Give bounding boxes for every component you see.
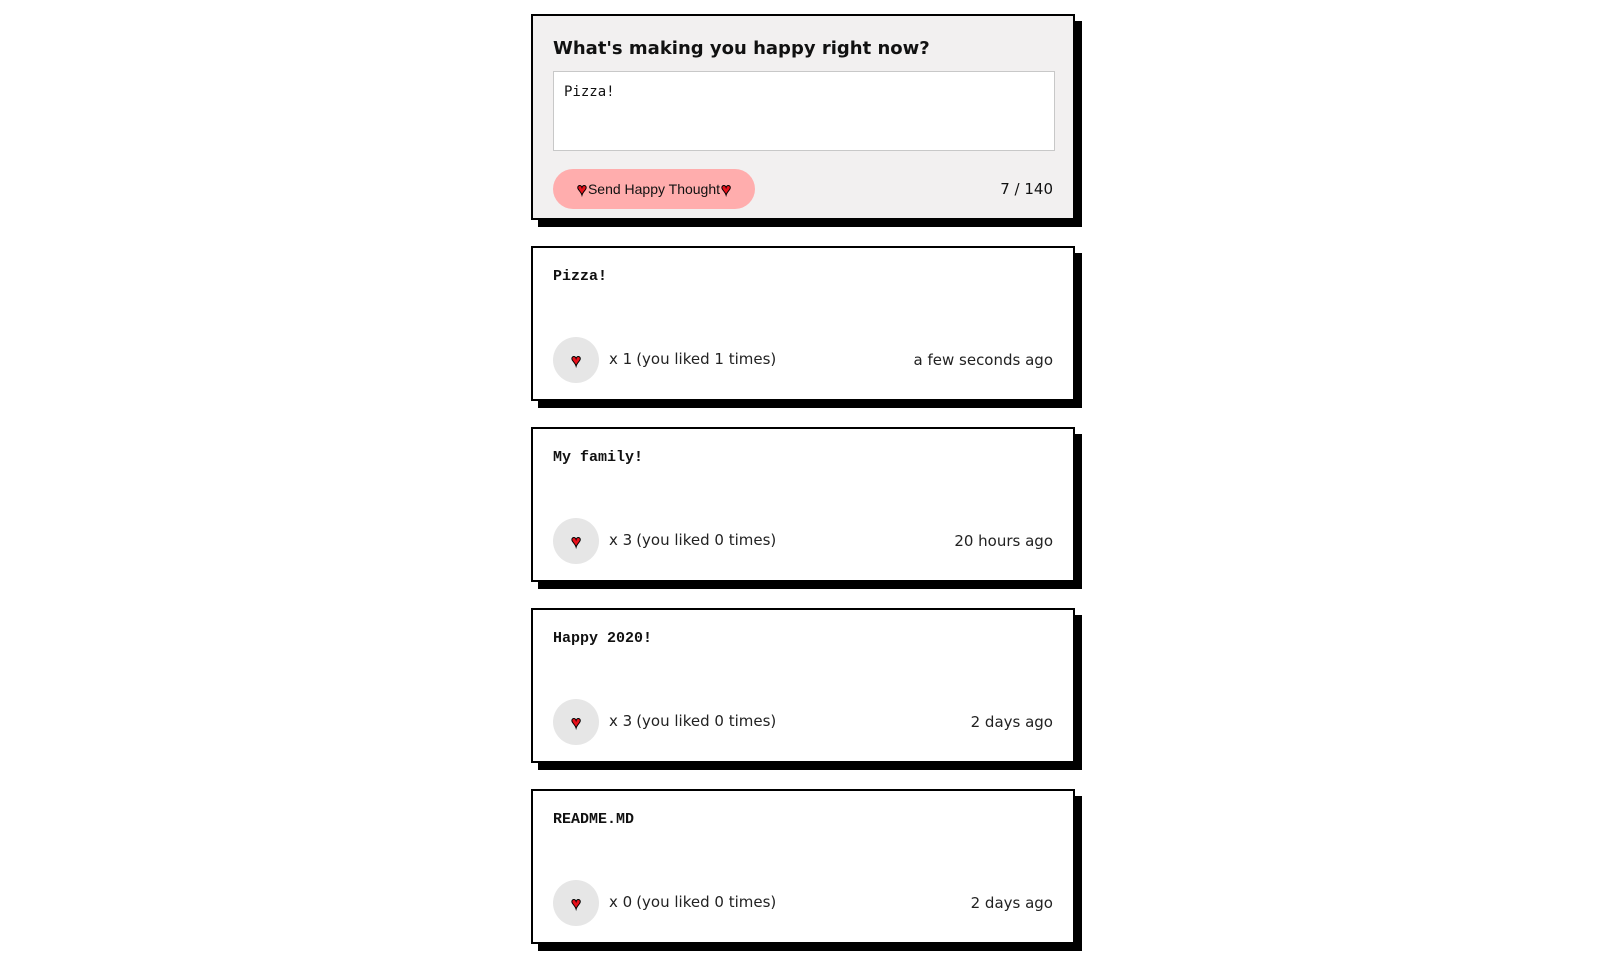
heart-icon: ♥ [570,531,582,551]
thought-card: Happy 2020! ♥ x 3 (you liked 0 times) 2 d… [531,608,1075,763]
heart-icon: ♥ [570,350,582,370]
thought-message: Pizza! [553,268,608,285]
character-count: 7 / 140 [1000,180,1053,198]
you-liked-count: (you liked 0 times) [636,712,777,730]
send-happy-thought-button[interactable]: ♥ Send Happy Thought ♥ [553,169,755,209]
thought-message: README.MD [553,811,635,828]
like-count: x 3 (you liked 0 times) [609,712,776,730]
thought-timestamp: 2 days ago [970,894,1053,912]
like-count: x 3 (you liked 0 times) [609,531,776,549]
thought-message: My family! [553,449,644,466]
happy-thought-form: What's making you happy right now? ♥ Sen… [531,14,1075,220]
thought-card: Pizza! ♥ x 1 (you liked 1 times) a few se… [531,246,1075,401]
thought-timestamp: 20 hours ago [954,532,1053,550]
like-count: x 0 (you liked 0 times) [609,893,776,911]
heart-icon: ♥ [570,893,582,913]
like-button[interactable]: ♥ [553,880,599,926]
like-button[interactable]: ♥ [553,518,599,564]
heart-count: x 3 [609,712,633,730]
heart-icon: ♥ [570,712,582,732]
heart-count: x 3 [609,531,633,549]
thought-input[interactable] [553,71,1055,151]
like-count: x 1 (you liked 1 times) [609,350,776,368]
thought-timestamp: a few seconds ago [913,351,1053,369]
heart-icon: ♥ [721,179,732,199]
thought-card: README.MD ♥ x 0 (you liked 0 times) 2 day… [531,789,1075,944]
form-title: What's making you happy right now? [553,38,930,59]
like-button[interactable]: ♥ [553,337,599,383]
thought-message: Happy 2020! [553,630,653,647]
you-liked-count: (you liked 0 times) [636,893,777,911]
heart-count: x 1 [609,350,633,368]
heart-count: x 0 [609,893,633,911]
like-button[interactable]: ♥ [553,699,599,745]
heart-icon: ♥ [576,179,587,199]
you-liked-count: (you liked 1 times) [636,350,777,368]
you-liked-count: (you liked 0 times) [636,531,777,549]
thought-timestamp: 2 days ago [970,713,1053,731]
thought-card: My family! ♥ x 3 (you liked 0 times) 20 h… [531,427,1075,582]
send-button-label: Send Happy Thought [587,181,721,197]
